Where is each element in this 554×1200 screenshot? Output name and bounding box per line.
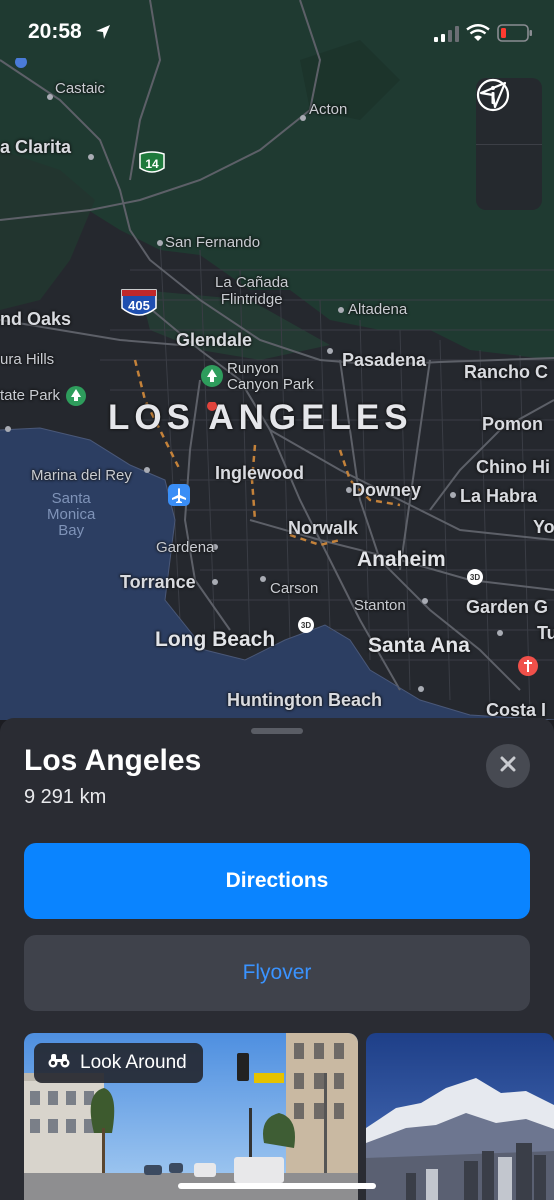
map-label-pasadena[interactable]: Pasadena [342, 350, 426, 371]
close-button[interactable] [486, 744, 530, 788]
map-dot [450, 492, 456, 498]
map-dot [5, 426, 11, 432]
map-label-costa-mesa[interactable]: Costa I [486, 700, 546, 720]
place-distance: 9 291 km [24, 786, 107, 808]
map-label-chino-hills[interactable]: Chino Hi [476, 457, 550, 478]
look-around-label: Look Around [80, 1052, 187, 1073]
sheet-grabber[interactable] [251, 728, 303, 734]
place-photo[interactable] [366, 1033, 554, 1200]
map-label-stanton[interactable]: Stanton [354, 597, 406, 614]
map-label-san-fernando[interactable]: San Fernando [165, 234, 260, 251]
map-label-santa-clarita[interactable]: a Clarita [0, 137, 71, 158]
map-label-castaic[interactable]: Castaic [55, 80, 105, 97]
home-indicator[interactable] [178, 1183, 376, 1189]
map-label-los-angeles[interactable]: LOS ANGELES [108, 398, 413, 438]
place-card-sheet: Los Angeles 9 291 km Directions Flyover [0, 718, 554, 1200]
mountain-skyline-photo [366, 1033, 554, 1200]
map-dot [327, 348, 333, 354]
map-label-la-canada[interactable]: La Cañada Flintridge [215, 274, 288, 308]
map-view[interactable]: Castaic Acton a Clarita San Fernando La … [0, 0, 554, 720]
map-dot [144, 467, 150, 473]
place-title: Los Angeles [24, 744, 202, 777]
map-dot [338, 307, 344, 313]
map-dot [497, 630, 503, 636]
map-label-inglewood[interactable]: Inglewood [215, 463, 304, 484]
map-label-marina-del-rey[interactable]: Marina del Rey [31, 467, 132, 484]
status-bar: 20:58 [0, 0, 554, 64]
map-label-anaheim[interactable]: Anaheim [357, 548, 446, 572]
map-dot [418, 686, 424, 692]
map-label-torrance[interactable]: Torrance [120, 572, 196, 593]
look-around-photo[interactable]: Look Around [24, 1033, 358, 1200]
svg-text:3D: 3D [301, 621, 311, 630]
map-label-glendale[interactable]: Glendale [176, 330, 252, 351]
map-label-altadena[interactable]: Altadena [348, 301, 407, 318]
map-label-acton[interactable]: Acton [309, 101, 347, 118]
map-dot [212, 579, 218, 585]
location-services-icon [95, 24, 111, 45]
map-dot [47, 94, 53, 100]
map-label-runyon-canyon[interactable]: Runyon Canyon Park [227, 361, 314, 393]
map-label-santa-monica-bay: Santa Monica Bay [47, 490, 96, 539]
svg-text:405: 405 [128, 298, 150, 313]
map-dot [300, 115, 306, 121]
flyover-button[interactable]: Flyover [24, 935, 530, 1011]
map-label-la-habra[interactable]: La Habra [460, 486, 537, 507]
map-label-santa-ana[interactable]: Santa Ana [368, 634, 470, 658]
map-label-thousand-oaks[interactable]: nd Oaks [0, 309, 71, 330]
map-dot [88, 154, 94, 160]
map-label-tustin[interactable]: Tu [537, 623, 554, 644]
map-label-carson[interactable]: Carson [270, 580, 318, 597]
wifi-icon [466, 24, 490, 47]
map-label-downey[interactable]: Downey [352, 480, 421, 501]
map-dot [422, 598, 428, 604]
binoculars-icon [48, 1052, 70, 1074]
map-label-hills[interactable]: ura Hills [0, 351, 54, 368]
map-label-gardena[interactable]: Gardena [156, 539, 214, 556]
current-location-button[interactable] [476, 81, 542, 210]
directions-button[interactable]: Directions [24, 843, 530, 919]
close-icon [499, 755, 517, 778]
map-dot [157, 240, 163, 246]
map-label-pomona[interactable]: Pomon [482, 414, 543, 435]
map-label-huntington-beach[interactable]: Huntington Beach [227, 690, 382, 711]
cellular-signal-icon [434, 26, 460, 47]
svg-text:3D: 3D [470, 573, 480, 582]
look-around-badge[interactable]: Look Around [34, 1043, 203, 1083]
svg-text:14: 14 [145, 157, 159, 171]
map-label-state-park[interactable]: tate Park [0, 387, 60, 404]
map-label-long-beach[interactable]: Long Beach [155, 628, 275, 652]
map-label-norwalk[interactable]: Norwalk [288, 518, 358, 539]
battery-icon [497, 24, 533, 47]
map-label-yorba[interactable]: Yo [533, 517, 554, 538]
map-label-garden-grove[interactable]: Garden G [466, 597, 548, 618]
map-label-rancho[interactable]: Rancho C [464, 362, 548, 383]
map-dot [260, 576, 266, 582]
status-time: 20:58 [28, 20, 82, 43]
map-controls [476, 78, 542, 210]
